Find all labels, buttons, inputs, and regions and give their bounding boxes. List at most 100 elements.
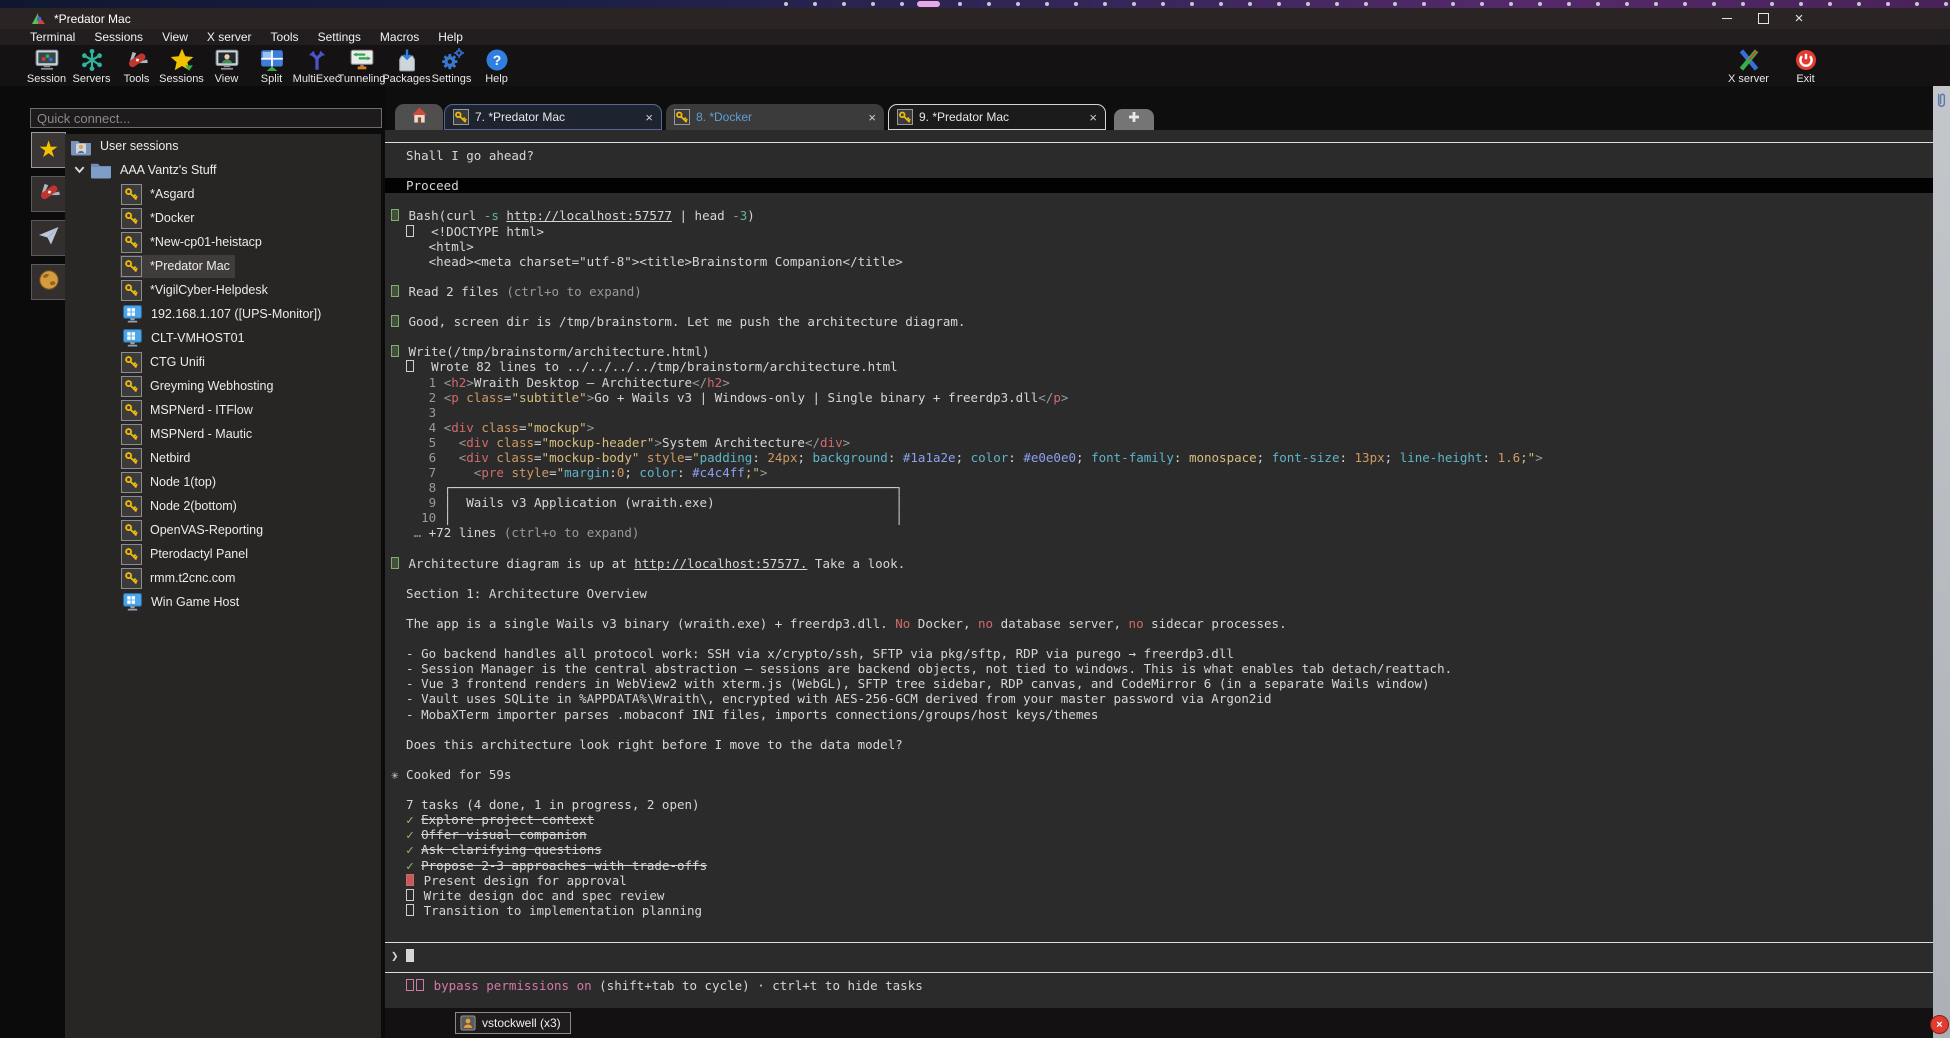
sidebar-tab-sessions-plane[interactable] xyxy=(31,220,66,256)
tab-8-docker[interactable]: 8. *Docker × xyxy=(666,104,884,130)
user-folder-icon xyxy=(70,135,92,157)
toolbar-label: Exit xyxy=(1796,73,1814,85)
tree-item[interactable]: MSPNerd - ITFlow xyxy=(65,398,381,422)
rdp-monitor-icon xyxy=(121,327,143,349)
window-title: *Predator Mac xyxy=(54,12,131,26)
terminal-line: 4 <div class="mockup"> xyxy=(391,420,1933,435)
minimize-button[interactable] xyxy=(1716,8,1738,29)
folder-icon xyxy=(90,159,112,181)
tree-item[interactable]: Greyming Webhosting xyxy=(65,374,381,398)
terminal-line: The app is a single Wails v3 binary (wra… xyxy=(391,616,1933,631)
close-tab-icon[interactable]: × xyxy=(1081,110,1097,125)
terminal-line xyxy=(391,269,1933,284)
quick-connect-input[interactable] xyxy=(30,108,382,128)
sidebar-tab-favorites-star[interactable]: ★ xyxy=(31,132,66,168)
tree-item[interactable]: *VigilCyber-Helpdesk xyxy=(65,278,381,302)
toolbar-tunneling-button[interactable]: Tunneling xyxy=(339,45,384,86)
menu-view[interactable]: View xyxy=(162,30,188,44)
screen: *Predator Mac × TerminalSessionsViewX se… xyxy=(0,0,1950,1038)
menu-macros[interactable]: Macros xyxy=(380,30,419,44)
terminal-line: 3 xyxy=(391,405,1933,420)
terminal-line: - Go backend handles all protocol work: … xyxy=(391,646,1933,661)
tree-item[interactable]: 192.168.1.107 ([UPS-Monitor]) xyxy=(65,302,381,326)
terminal-line: Section 1: Architecture Overview xyxy=(391,586,1933,601)
menu-sessions[interactable]: Sessions xyxy=(94,30,143,44)
tree-item[interactable]: *Asgard xyxy=(65,182,381,206)
tree-item[interactable]: Win Game Host xyxy=(65,590,381,614)
ssh-key-icon xyxy=(121,544,142,565)
toolbar-multiexec-button[interactable]: MultiExec xyxy=(294,45,339,86)
tree-item[interactable]: Node 2(bottom) xyxy=(65,494,381,518)
terminal-line: Present design for approval xyxy=(391,873,1933,888)
maximize-button[interactable] xyxy=(1752,8,1774,29)
tab-9-predator-mac[interactable]: 9. *Predator Mac× xyxy=(888,104,1106,130)
background-dot xyxy=(871,2,875,6)
tree-item[interactable]: CTG Unifi xyxy=(65,350,381,374)
chevron-down-icon[interactable] xyxy=(73,163,87,177)
user-sessions-button[interactable]: vstockwell (x3) xyxy=(455,1012,571,1034)
tree-item-label: MSPNerd - Mautic xyxy=(150,427,252,441)
terminal-line: ✓ Offer visual companion xyxy=(391,827,1933,842)
terminal-line xyxy=(385,933,1933,948)
menu-settings[interactable]: Settings xyxy=(318,30,361,44)
tab-7-predator-mac[interactable]: 7. *Predator Mac× xyxy=(444,104,662,130)
toolbar-label: Session xyxy=(27,73,66,85)
tree-item[interactable]: OpenVAS-Reporting xyxy=(65,518,381,542)
toolbar-session-button[interactable]: Session xyxy=(24,45,69,86)
tree-item-label: CTG Unifi xyxy=(150,355,205,369)
toolbar-sessions-button[interactable]: Sessions xyxy=(159,45,204,86)
tree-item[interactable]: Node 1(top) xyxy=(65,470,381,494)
toolbar-right-group: X server Exit xyxy=(1726,45,1828,86)
terminal-line xyxy=(391,782,1933,797)
toolbar-settings-button[interactable]: Settings xyxy=(429,45,474,86)
close-window-button[interactable]: × xyxy=(1788,8,1810,29)
sidebar-tab-tools-knife[interactable] xyxy=(31,176,66,212)
menu-terminal[interactable]: Terminal xyxy=(30,30,75,44)
toolbar-tools-button[interactable]: Tools xyxy=(114,45,159,86)
tree-item[interactable]: User sessions xyxy=(65,134,381,158)
terminal-output[interactable]: Shall I go ahead? Proceed Bash(curl -s h… xyxy=(385,130,1933,1008)
tree-item[interactable]: Netbird xyxy=(65,446,381,470)
menu-help[interactable]: Help xyxy=(438,30,463,44)
tree-item[interactable]: MSPNerd - Mautic xyxy=(65,422,381,446)
close-tab-icon[interactable]: × xyxy=(860,110,876,125)
notification-close-button[interactable]: × xyxy=(1930,1015,1949,1034)
toolbar-packages-button[interactable]: Packages xyxy=(384,45,429,86)
background-pill xyxy=(917,1,940,7)
background-dot xyxy=(900,2,904,6)
tab-label: 8. *Docker xyxy=(696,110,752,124)
toolbar-servers-button[interactable]: Servers xyxy=(69,45,114,86)
menu-x-server[interactable]: X server xyxy=(207,30,252,44)
terminal-line xyxy=(391,193,1933,208)
paperclip-icon[interactable] xyxy=(1933,90,1950,112)
background-dot xyxy=(1132,2,1136,6)
ssh-key-icon xyxy=(121,256,142,277)
toolbar-exit-button[interactable]: Exit xyxy=(1783,45,1828,86)
tree-item[interactable]: *Docker xyxy=(65,206,381,230)
tree-item[interactable]: *Predator Mac xyxy=(65,254,381,278)
close-tab-icon[interactable]: × xyxy=(637,110,653,125)
tree-item[interactable]: *New-cp01-heistacp xyxy=(65,230,381,254)
toolbar-split-button[interactable]: Split xyxy=(249,45,294,86)
tree-item[interactable]: CLT-VMHOST01 xyxy=(65,326,381,350)
background-dot xyxy=(1596,2,1600,6)
ssh-key-icon xyxy=(121,520,142,541)
tab-home[interactable] xyxy=(395,104,443,130)
tree-item[interactable]: rmm.t2cnc.com xyxy=(65,566,381,590)
rdp-monitor-icon xyxy=(121,591,143,613)
toolbar-label: Tunneling xyxy=(338,73,386,85)
toolbar-x-server-button[interactable]: X server xyxy=(1726,45,1771,86)
menu-tools[interactable]: Tools xyxy=(271,30,299,44)
right-sidebar-strip[interactable] xyxy=(1933,86,1950,1038)
terminal-line xyxy=(391,541,1933,556)
tree-item[interactable]: Pterodactyl Panel xyxy=(65,542,381,566)
background-dot xyxy=(1335,2,1339,6)
tree-item[interactable]: AAA Vantz's Stuff xyxy=(65,158,381,182)
toolbar-help-button[interactable]: ?Help xyxy=(474,45,519,86)
background-dot xyxy=(1248,2,1252,6)
terminal-line xyxy=(385,133,1933,148)
new-tab-button[interactable] xyxy=(1114,109,1154,130)
background-dot xyxy=(1364,2,1368,6)
toolbar-view-button[interactable]: View xyxy=(204,45,249,86)
sidebar-tab-web-globe[interactable] xyxy=(31,264,66,300)
